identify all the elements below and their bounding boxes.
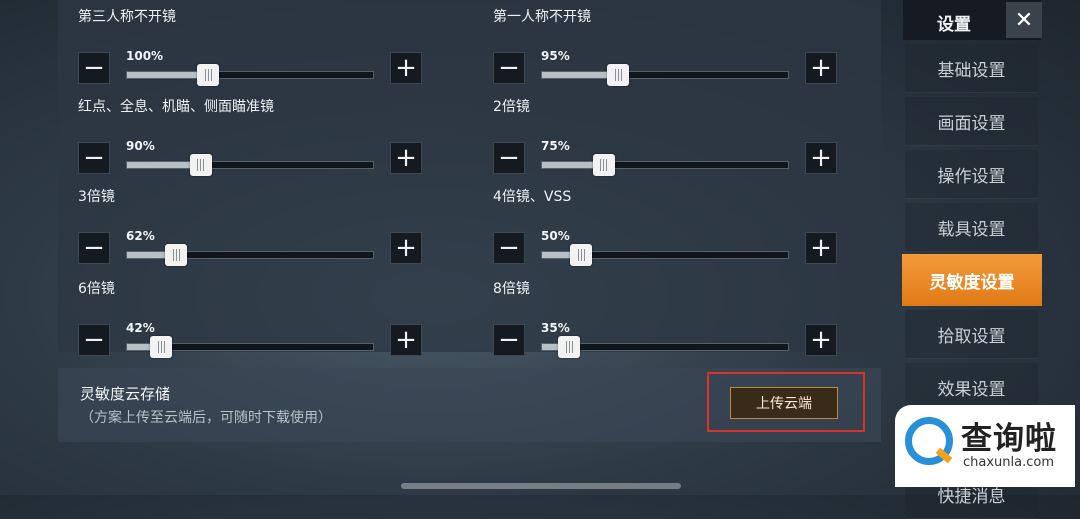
- decrease-button[interactable]: −: [493, 142, 525, 174]
- decrease-button[interactable]: −: [493, 232, 525, 264]
- watermark-url: chaxunla.com: [963, 455, 1054, 470]
- slider-value: 95%: [541, 49, 570, 63]
- slider-thumb[interactable]: [197, 64, 220, 86]
- slider-value: 42%: [126, 321, 155, 335]
- upload-cloud-button[interactable]: 上传云端: [730, 387, 838, 419]
- home-indicator[interactable]: [401, 483, 681, 489]
- slider-third-person: 第三人称不开镜 − 100% +: [58, 9, 438, 86]
- slider-label: 第一人称不开镜: [493, 9, 591, 25]
- slider-label: 红点、全息、机瞄、侧面瞄准镜: [78, 99, 274, 115]
- slider-thumb[interactable]: [607, 64, 630, 86]
- slider-red-dot: 红点、全息、机瞄、侧面瞄准镜 − 90% +: [58, 99, 438, 176]
- slider-value: 50%: [541, 229, 570, 243]
- slider-4x-scope: 4倍镜、VSS − 50% +: [473, 189, 853, 266]
- decrease-button[interactable]: −: [78, 52, 110, 84]
- sidebar-header: 设置 ✕: [903, 0, 1042, 40]
- slider-label: 第三人称不开镜: [78, 9, 176, 25]
- cloud-storage-subtitle: （方案上传至云端后，可随时下载使用）: [80, 410, 332, 426]
- sensitivity-panel: 第三人称不开镜 − 100% + 第一人称不开镜 − 95% + 红点、全息、机…: [58, 0, 881, 358]
- decrease-button[interactable]: −: [78, 324, 110, 356]
- settings-title: 设置: [937, 15, 971, 35]
- watermark-text: 查询啦: [961, 421, 1057, 457]
- slider-2x-scope: 2倍镜 − 75% +: [473, 99, 853, 176]
- slider-value: 75%: [541, 139, 570, 153]
- slider-track[interactable]: [541, 244, 789, 266]
- sidebar-item-vehicle[interactable]: 载具设置: [905, 203, 1038, 252]
- slider-value: 35%: [541, 321, 570, 335]
- slider-label: 4倍镜、VSS: [493, 189, 572, 205]
- slider-thumb[interactable]: [165, 244, 188, 266]
- slider-track[interactable]: [541, 64, 789, 86]
- slider-first-person: 第一人称不开镜 − 95% +: [473, 9, 853, 86]
- slider-track[interactable]: [126, 154, 374, 176]
- slider-thumb[interactable]: [592, 154, 615, 176]
- decrease-button[interactable]: −: [78, 232, 110, 264]
- slider-thumb[interactable]: [558, 336, 581, 358]
- slider-track[interactable]: [126, 244, 374, 266]
- slider-track[interactable]: [541, 336, 789, 358]
- slider-value: 100%: [126, 49, 164, 63]
- increase-button[interactable]: +: [390, 52, 422, 84]
- watermark-logo-icon: [905, 417, 953, 465]
- slider-track[interactable]: [541, 154, 789, 176]
- cloud-storage-panel: 灵敏度云存储 （方案上传至云端后，可随时下载使用） 上传云端: [58, 368, 881, 442]
- decrease-button[interactable]: −: [493, 52, 525, 84]
- close-icon[interactable]: ✕: [1006, 2, 1042, 38]
- increase-button[interactable]: +: [805, 52, 837, 84]
- increase-button[interactable]: +: [805, 324, 837, 356]
- slider-label: 3倍镜: [78, 189, 115, 205]
- slider-value: 90%: [126, 139, 155, 153]
- slider-track[interactable]: [126, 336, 374, 358]
- sidebar-item-graphics[interactable]: 画面设置: [905, 97, 1038, 146]
- decrease-button[interactable]: −: [493, 324, 525, 356]
- cloud-storage-title: 灵敏度云存储: [80, 385, 171, 403]
- increase-button[interactable]: +: [390, 324, 422, 356]
- slider-fill: [127, 72, 209, 78]
- sidebar-item-pickup[interactable]: 拾取设置: [905, 310, 1038, 359]
- decrease-button[interactable]: −: [78, 142, 110, 174]
- slider-label: 6倍镜: [78, 281, 115, 297]
- slider-thumb[interactable]: [570, 244, 593, 266]
- increase-button[interactable]: +: [390, 142, 422, 174]
- slider-thumb[interactable]: [150, 336, 173, 358]
- sidebar-item-controls[interactable]: 操作设置: [905, 150, 1038, 199]
- slider-label: 2倍镜: [493, 99, 530, 115]
- slider-6x-scope: 6倍镜 − 42% +: [58, 281, 438, 358]
- slider-thumb[interactable]: [189, 154, 212, 176]
- slider-label: 8倍镜: [493, 281, 530, 297]
- slider-8x-scope: 8倍镜 − 35% +: [473, 281, 853, 358]
- increase-button[interactable]: +: [390, 232, 422, 264]
- increase-button[interactable]: +: [805, 232, 837, 264]
- increase-button[interactable]: +: [805, 142, 837, 174]
- sidebar-item-sensitivity[interactable]: 灵敏度设置: [902, 254, 1042, 306]
- sidebar-item-basic[interactable]: 基础设置: [905, 44, 1038, 93]
- watermark: 查询啦 chaxunla.com: [895, 405, 1075, 487]
- slider-3x-scope: 3倍镜 − 62% +: [58, 189, 438, 266]
- slider-value: 62%: [126, 229, 155, 243]
- slider-track[interactable]: [126, 64, 374, 86]
